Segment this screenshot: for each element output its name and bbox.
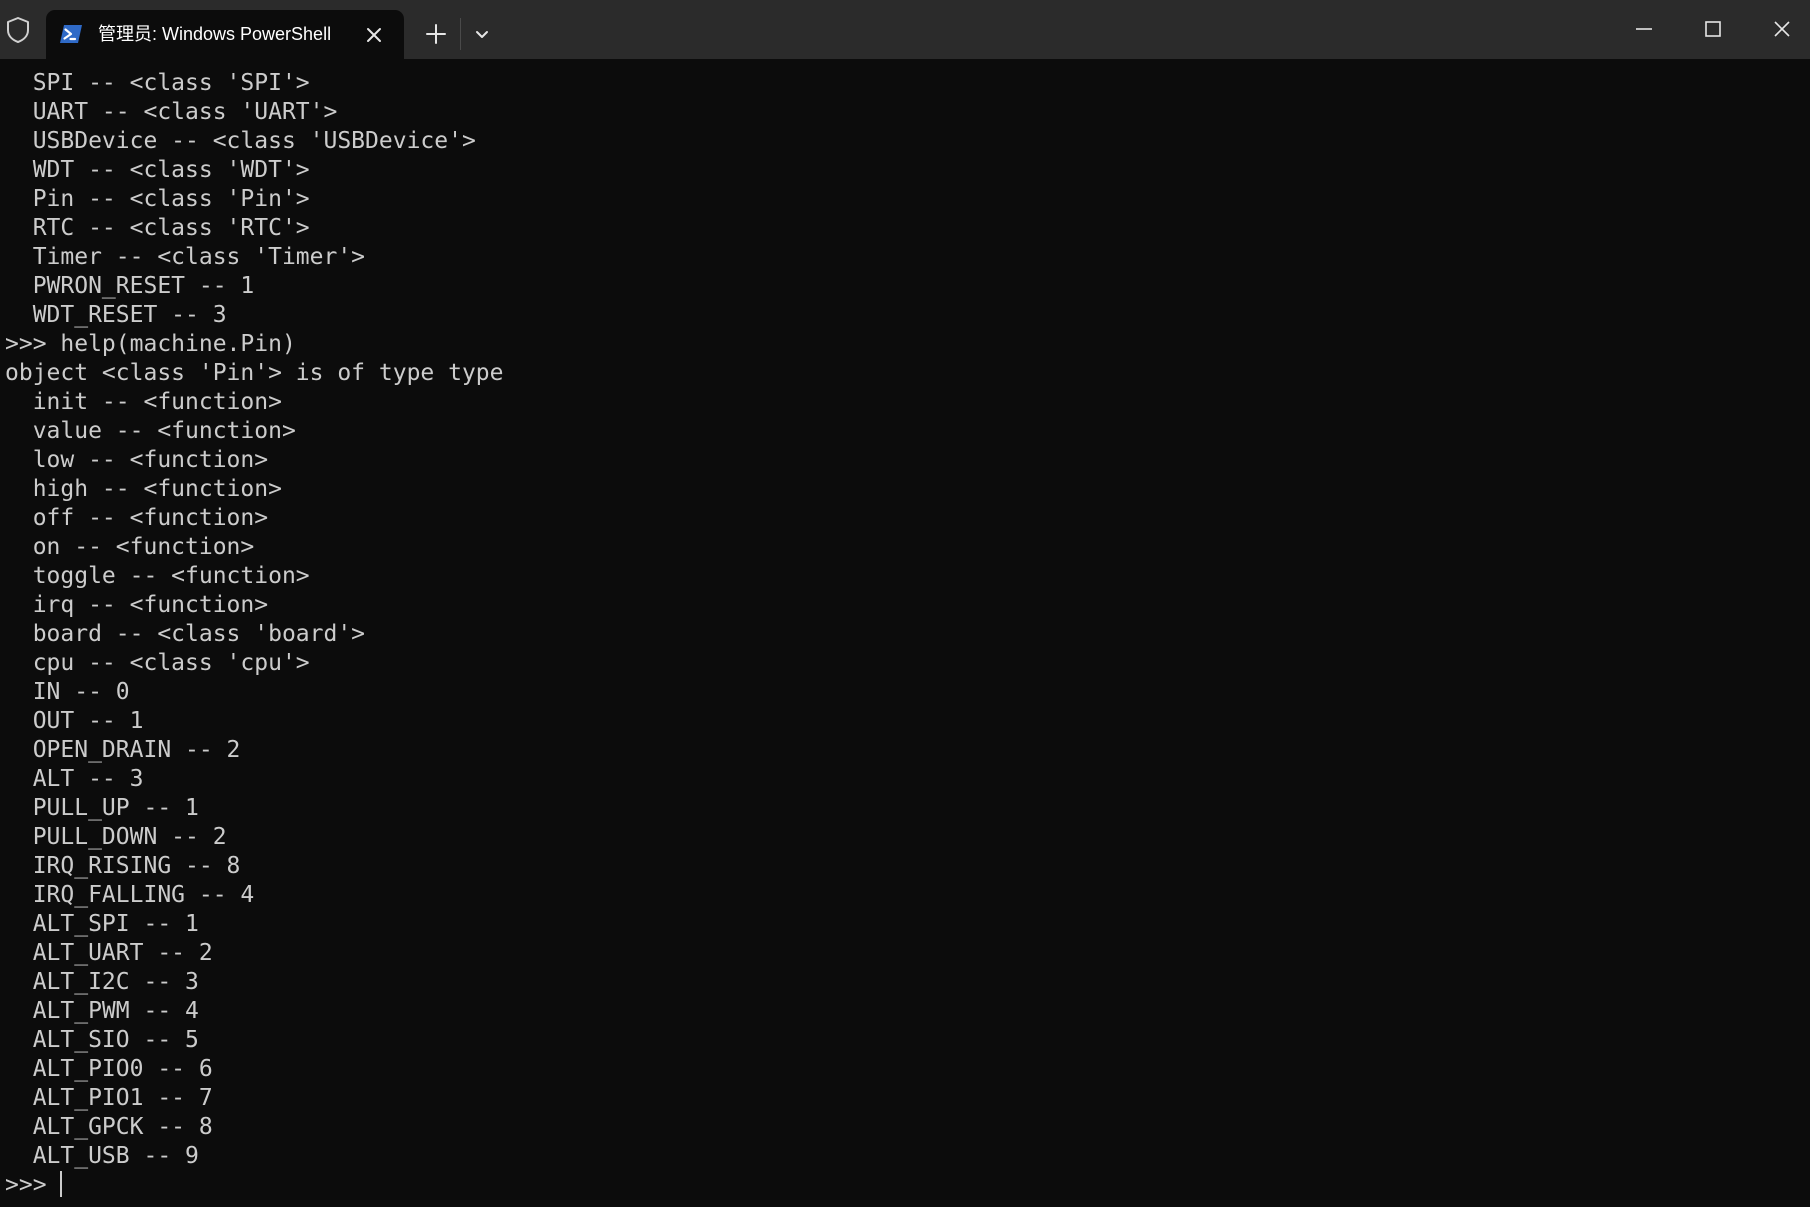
tab-powershell[interactable]: 管理员: Windows PowerShell	[46, 10, 404, 59]
terminal-line: WDT -- <class 'WDT'>	[5, 157, 310, 183]
terminal-line: ALT_USB -- 9	[5, 1143, 199, 1169]
terminal-line: IRQ_RISING -- 8	[5, 853, 241, 879]
terminal-line: value -- <function>	[5, 418, 296, 444]
terminal-line: init -- <function>	[5, 389, 282, 415]
terminal-line: ALT -- 3	[5, 766, 144, 792]
close-tab-button[interactable]	[361, 22, 387, 48]
terminal-line: PWRON_RESET -- 1	[5, 273, 255, 299]
terminal-line: OPEN_DRAIN -- 2	[5, 737, 241, 763]
prompt-line[interactable]: >>>	[5, 1171, 504, 1200]
terminal-line: object <class 'Pin'> is of type type	[5, 360, 504, 386]
terminal-line: PULL_DOWN -- 2	[5, 824, 227, 850]
terminal-line: USBDevice -- <class 'USBDevice'>	[5, 128, 476, 154]
terminal-line: cpu -- <class 'cpu'>	[5, 650, 310, 676]
terminal-line: IN -- 0	[5, 679, 130, 705]
close-icon	[367, 28, 381, 42]
close-window-button[interactable]	[1748, 0, 1810, 59]
terminal-line: ALT_UART -- 2	[5, 940, 213, 966]
new-tab-button[interactable]	[418, 16, 454, 52]
tab-dropdown-button[interactable]	[466, 18, 498, 50]
powershell-icon	[59, 22, 83, 46]
tab-separator	[460, 18, 461, 50]
close-icon	[1774, 21, 1790, 37]
terminal-line: ALT_GPCK -- 8	[5, 1114, 213, 1140]
maximize-button[interactable]	[1679, 0, 1747, 59]
terminal-line: ALT_I2C -- 3	[5, 969, 199, 995]
title-bar: 管理员: Windows PowerShell	[0, 0, 1810, 59]
terminal-line: RTC -- <class 'RTC'>	[5, 215, 310, 241]
terminal-line: WDT_RESET -- 3	[5, 302, 227, 328]
terminal-line: >>> help(machine.Pin)	[5, 331, 296, 357]
terminal-line: OUT -- 1	[5, 708, 144, 734]
terminal-line: Timer -- <class 'Timer'>	[5, 244, 366, 270]
minimize-icon	[1636, 28, 1652, 30]
terminal-line: board -- <class 'board'>	[5, 621, 366, 647]
terminal-line: ALT_PWM -- 4	[5, 998, 199, 1024]
terminal-line: on -- <function>	[5, 534, 255, 560]
prompt: >>>	[5, 1172, 61, 1198]
maximize-icon	[1705, 21, 1721, 37]
terminal-line: UART -- <class 'UART'>	[5, 99, 338, 125]
plus-icon	[426, 24, 446, 44]
text-cursor	[60, 1171, 63, 1197]
terminal-line: SPI -- <class 'SPI'>	[5, 70, 310, 96]
terminal-line: ALT_SPI -- 1	[5, 911, 199, 937]
terminal-line: Pin -- <class 'Pin'>	[5, 186, 310, 212]
shield-icon	[2, 14, 34, 46]
terminal-line: off -- <function>	[5, 505, 269, 531]
terminal-lines: SPI -- <class 'SPI'> UART -- <class 'UAR…	[5, 69, 504, 1200]
terminal-line: PULL_UP -- 1	[5, 795, 199, 821]
terminal-line: ALT_PIO0 -- 6	[5, 1056, 213, 1082]
terminal-output[interactable]: SPI -- <class 'SPI'> UART -- <class 'UAR…	[0, 59, 1800, 1207]
terminal-line: irq -- <function>	[5, 592, 269, 618]
terminal-line: ALT_PIO1 -- 7	[5, 1085, 213, 1111]
terminal-line: toggle -- <function>	[5, 563, 310, 589]
terminal-line: IRQ_FALLING -- 4	[5, 882, 255, 908]
tab-title: 管理员: Windows PowerShell	[98, 24, 332, 44]
terminal-line: low -- <function>	[5, 447, 269, 473]
minimize-button[interactable]	[1610, 0, 1678, 59]
chevron-down-icon	[476, 31, 488, 38]
terminal-line: high -- <function>	[5, 476, 282, 502]
terminal-line: ALT_SIO -- 5	[5, 1027, 199, 1053]
